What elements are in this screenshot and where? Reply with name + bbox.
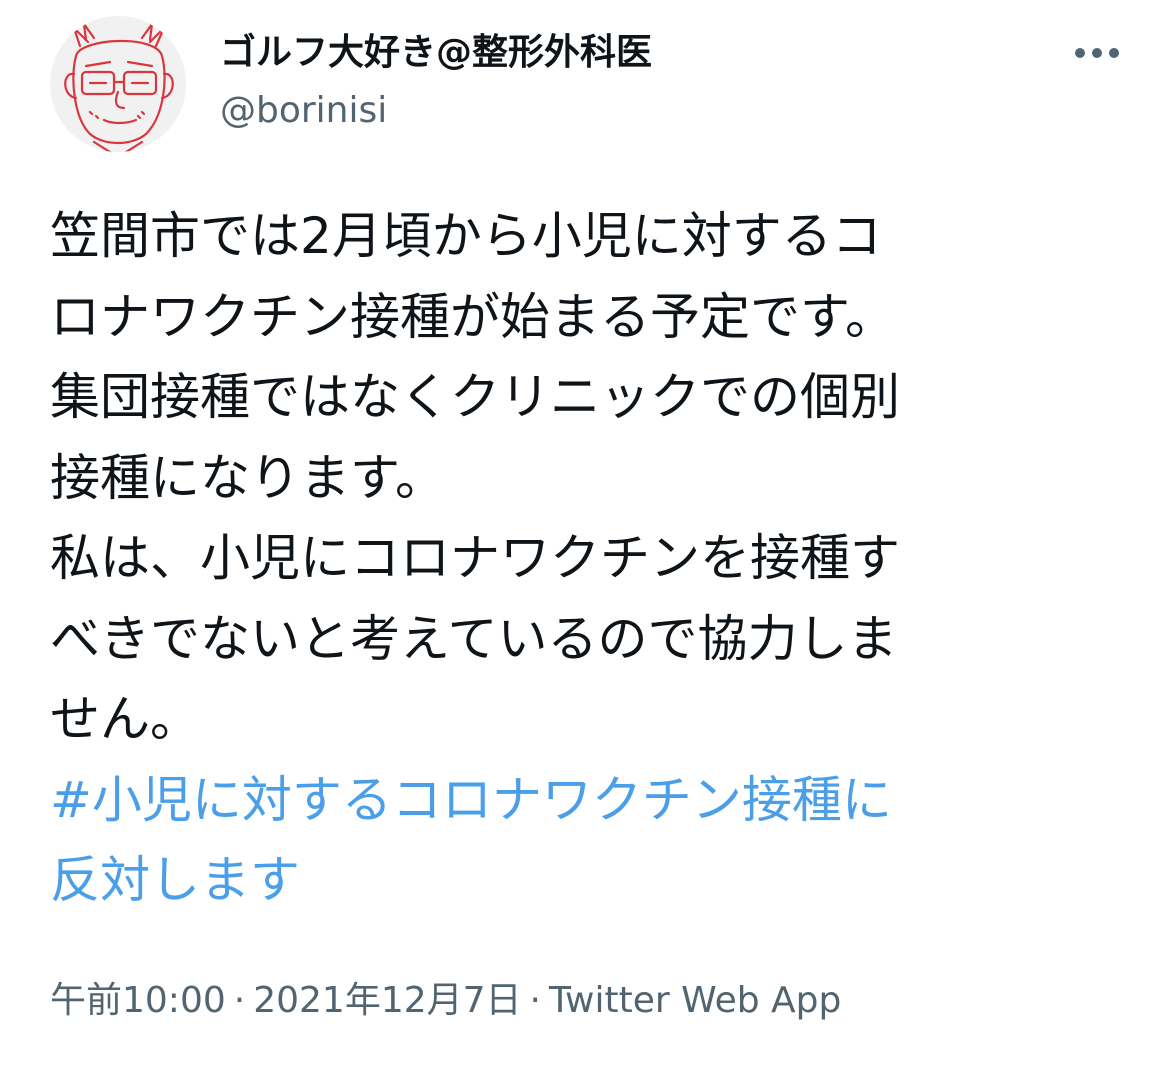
tweet-text-line: 集団接種ではなくクリニックでの個別 <box>50 368 900 426</box>
tweet-time[interactable]: 午前10:00 <box>50 980 226 1021</box>
author-handle[interactable]: @borinisi <box>220 86 387 136</box>
tweet-text-line: せん。 <box>50 690 200 748</box>
tweet-date[interactable]: 2021年12月7日 <box>253 980 521 1021</box>
tweet-text-line: 私は、小児にコロナワクチンを接種す <box>50 529 900 587</box>
meta-separator: · <box>233 980 246 1021</box>
tweet-source-link[interactable]: Twitter Web App <box>549 980 841 1021</box>
more-horizontal-icon <box>1075 48 1119 58</box>
hashtag-line[interactable]: 反対します <box>50 840 1140 921</box>
hashtag-line[interactable]: #小児に対するコロナワクチン接種に <box>50 760 1140 841</box>
author-avatar[interactable] <box>50 16 186 152</box>
tweet-text-line: べきでないと考えているので協力しま <box>50 609 898 668</box>
tweet-card: ゴルフ大好き@整形外科医 @borinisi 笠間市では2月頃から小児に対するコ… <box>0 0 1170 1065</box>
hashtag-link[interactable]: #小児に対するコロナワクチン接種に 反対します <box>50 760 1140 921</box>
tweet-body: 笠間市では2月頃から小児に対するコ ロナワクチン接種が始まる予定です。 集団接種… <box>50 196 1140 921</box>
author-display-name[interactable]: ゴルフ大好き@整形外科医 <box>220 28 652 78</box>
more-options-button[interactable] <box>1062 28 1132 78</box>
tweet-metadata: 午前10:00 · 2021年12月7日 · Twitter Web App <box>50 976 841 1026</box>
tweet-text-line: ロナワクチン接種が始まる予定です。 <box>50 287 895 346</box>
tweet-text-line: 接種になります。 <box>50 448 445 507</box>
doctor-sketch-avatar-icon <box>50 16 186 152</box>
tweet-text-line: 笠間市では2月頃から小児に対するコ <box>50 207 882 265</box>
meta-separator: · <box>529 980 541 1021</box>
